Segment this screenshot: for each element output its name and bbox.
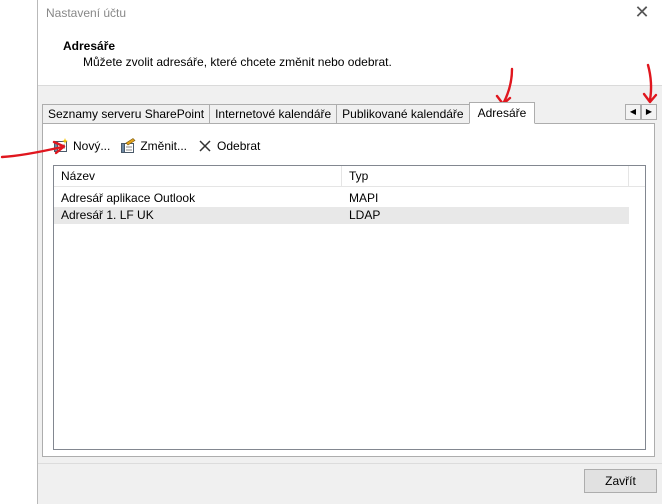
close-icon[interactable]: ✕ (632, 3, 652, 23)
new-button-label: Nový... (73, 139, 111, 153)
column-header-type[interactable]: Typ (342, 166, 629, 186)
tab-scroll-left-icon[interactable]: ◀ (625, 104, 641, 120)
edit-address-book-icon (120, 138, 136, 154)
list-item-name: Adresář aplikace Outlook (61, 191, 196, 205)
list-item-type: LDAP (349, 208, 381, 222)
window-title: Nastavení účtu (46, 6, 127, 20)
remove-button-label: Odebrat (217, 139, 261, 153)
tab-strip: Seznamy serveru SharePoint Internetové k… (42, 102, 536, 124)
list-item-selected[interactable]: Adresář 1. LF UK LDAP (54, 207, 629, 224)
close-button[interactable]: Zavřít (584, 469, 657, 493)
toolbar: Nový... Změnit... Odebrat (53, 137, 260, 155)
tab-address-books[interactable]: Adresáře (468, 102, 536, 124)
remove-button[interactable]: Odebrat (197, 137, 260, 155)
account-settings-dialog: Nastavení účtu ✕ Adresáře Můžete zvolit … (37, 0, 662, 504)
annotation-arrow-left-icon (0, 140, 66, 159)
tab-internet-calendars[interactable]: Internetové kalendáře (209, 104, 337, 124)
list-header: Název Typ (54, 166, 645, 187)
section-subtitle: Můžete zvolit adresáře, které chcete změ… (83, 55, 392, 69)
address-books-list[interactable]: Název Typ Adresář aplikace Outlook MAPI … (53, 165, 646, 450)
list-item-name: Adresář 1. LF UK (61, 208, 154, 222)
list-item-type: MAPI (349, 191, 379, 205)
footer-divider (38, 463, 662, 464)
list-rows: Adresář aplikace Outlook MAPI Adresář 1.… (54, 187, 645, 224)
dialog-header: Adresáře Můžete zvolit adresáře, které c… (38, 28, 662, 86)
address-books-panel: Nový... Změnit... Odebrat Název Typ Adre… (42, 123, 655, 457)
column-header-name[interactable]: Název (54, 166, 342, 186)
section-title: Adresáře (63, 39, 116, 53)
tab-sharepoint-lists[interactable]: Seznamy serveru SharePoint (42, 104, 210, 124)
list-item[interactable]: Adresář aplikace Outlook MAPI (54, 190, 645, 207)
change-button-label: Změnit... (140, 139, 188, 153)
screen: Nastavení účtu ✕ Adresáře Můžete zvolit … (0, 0, 662, 504)
remove-x-icon (197, 138, 213, 154)
tab-published-calendars[interactable]: Publikované kalendáře (336, 104, 469, 124)
annotation-arrow-scroll-icon (642, 63, 658, 104)
title-bar: Nastavení účtu ✕ (38, 0, 662, 28)
change-button[interactable]: Změnit... (120, 137, 187, 155)
